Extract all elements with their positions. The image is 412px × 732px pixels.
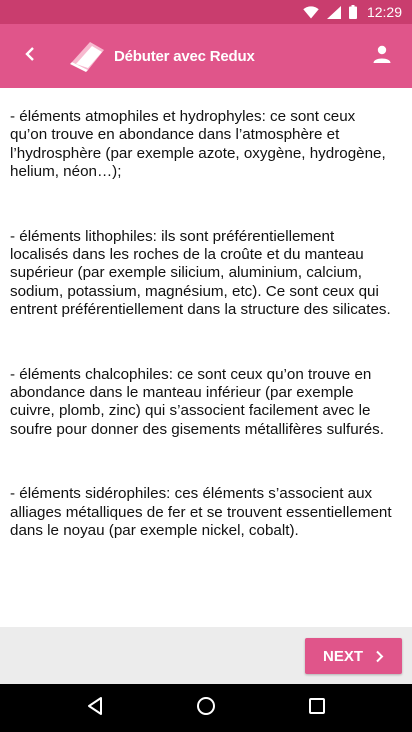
paragraph-atmophiles: - éléments atmophiles et hydrophyles: ce… [10, 108, 386, 181]
app-bar: Débuter avec Redux [0, 24, 412, 88]
recents-square-icon [308, 697, 326, 720]
paragraph-chalcophiles: - éléments chalcophiles: ce sont ceux qu… [10, 365, 384, 438]
profile-button[interactable] [352, 24, 412, 88]
battery-icon [348, 5, 357, 19]
paragraph-lithophiles: - éléments lithophiles: ils sont préfére… [10, 227, 391, 319]
next-button-label: NEXT [322, 647, 363, 665]
status-time: 12:29 [366, 4, 402, 20]
paragraph-siderophiles: - éléments sidérophiles: ces éléments s’… [10, 485, 392, 540]
person-icon [373, 45, 391, 68]
bottom-bar: NEXT [0, 627, 412, 684]
chevron-left-icon [24, 46, 36, 67]
chevron-right-icon [375, 650, 384, 663]
back-button[interactable] [0, 24, 60, 88]
system-nav-bar [0, 684, 412, 732]
nav-recents-button[interactable] [293, 684, 341, 732]
status-bar: 12:29 [0, 0, 412, 24]
nav-home-button[interactable] [182, 684, 230, 732]
home-circle-icon [196, 696, 216, 721]
next-button[interactable]: NEXT [305, 638, 402, 674]
wifi-icon [303, 5, 319, 19]
content-area: - éléments atmophiles et hydrophyles: ce… [0, 88, 412, 627]
signal-icon [326, 5, 341, 19]
back-triangle-icon [86, 696, 104, 721]
nav-back-button[interactable] [71, 684, 119, 732]
book-logo-icon [68, 36, 108, 76]
page-title: Débuter avec Redux [114, 47, 255, 65]
